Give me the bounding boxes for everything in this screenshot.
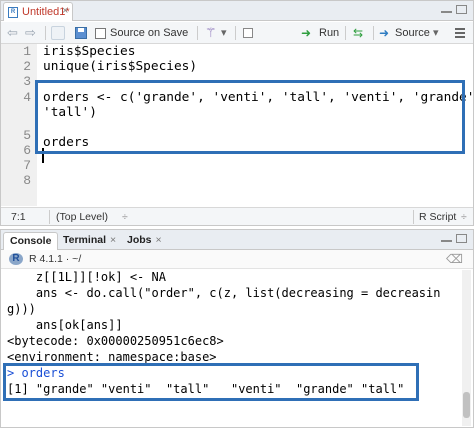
tab-label: Jobs xyxy=(127,234,152,246)
code-editor[interactable]: 1 2 3 4 5 6 7 8 iris$Species unique(iris… xyxy=(1,44,474,206)
line-number-gutter: 1 2 3 4 5 6 7 8 xyxy=(1,44,37,206)
tab-close-icon[interactable]: × xyxy=(62,5,68,17)
line-number: 8 xyxy=(23,173,31,188)
source-dropdown-icon[interactable]: ▾ xyxy=(433,25,439,41)
code-tools-dropdown-icon[interactable]: ▾ xyxy=(221,25,227,41)
highlight-box-editor xyxy=(35,80,465,154)
tab-label: Console xyxy=(10,235,52,247)
code-line-2: unique(iris$Species) xyxy=(43,59,198,74)
toolbar-divider xyxy=(235,26,236,40)
minimize-pane-icon[interactable] xyxy=(441,5,452,13)
toolbar-divider xyxy=(197,26,198,40)
r-file-icon: R xyxy=(8,7,18,18)
tab-jobs[interactable]: Jobs × xyxy=(121,232,168,250)
file-type-selector[interactable]: R Script xyxy=(419,211,456,223)
console-header: R R 4.1.1 · ~/ ⌫ xyxy=(1,250,473,269)
cursor-position: 7:1 xyxy=(11,211,26,223)
code-line-1: iris$Species xyxy=(43,44,136,59)
clear-console-broom-icon[interactable]: ⌫ xyxy=(446,252,463,266)
minimize-pane-icon[interactable] xyxy=(441,234,452,242)
source-arrow-icon[interactable]: ➜ xyxy=(379,25,389,41)
console-line: ans[ok[ans]] xyxy=(7,318,123,332)
rerun-icon[interactable]: ⇆ xyxy=(353,25,363,41)
line-number: 7 xyxy=(23,158,31,173)
file-type-dropdown-icon[interactable]: ÷ xyxy=(461,211,467,223)
line-number: 3 xyxy=(23,74,31,89)
pane-window-controls xyxy=(437,5,467,17)
console-pane: Console Terminal × Jobs × R R 4.1.1 · ~/ ⌫… xyxy=(0,229,474,428)
console-line: <environment: namespace:base> xyxy=(7,350,217,364)
maximize-pane-icon[interactable] xyxy=(456,234,467,243)
console-tab-bar: Console Terminal × Jobs × xyxy=(1,230,473,250)
back-arrow-icon[interactable]: ⇦ xyxy=(7,25,18,41)
r-logo-icon: R xyxy=(9,253,23,265)
editor-tab-bar: R Untitled1* × xyxy=(1,1,473,21)
status-divider xyxy=(413,210,414,224)
r-version-label: R 4.1.1 · ~/ xyxy=(29,253,82,265)
tab-close-icon[interactable]: × xyxy=(110,234,116,246)
run-button[interactable]: Run xyxy=(319,25,339,41)
highlight-box-console xyxy=(3,363,419,401)
editor-toolbar: ⇦ ⇨ Source on Save ⚚ ▾ ➜ Run ⇆ ➜ Source … xyxy=(1,22,473,44)
source-button[interactable]: Source xyxy=(395,25,430,41)
toolbar-divider xyxy=(373,26,374,40)
line-number: 4 xyxy=(23,90,31,105)
line-number: 6 xyxy=(23,143,31,158)
tab-close-icon[interactable]: × xyxy=(156,234,162,246)
console-line: ans <- do.call("order", c(z, list(decrea… xyxy=(7,286,441,300)
compile-report-icon[interactable] xyxy=(243,28,253,38)
run-arrow-icon[interactable]: ➜ xyxy=(301,25,311,41)
code-tools-wand-icon[interactable]: ⚚ xyxy=(205,25,217,41)
scope-selector[interactable]: (Top Level) xyxy=(56,211,108,223)
console-scrollbar[interactable] xyxy=(462,270,471,426)
forward-arrow-icon[interactable]: ⇨ xyxy=(25,25,36,41)
pane-window-controls xyxy=(437,234,467,246)
maximize-pane-icon[interactable] xyxy=(456,5,467,14)
console-output[interactable]: z[[1L]][!ok] <- NA ans <- do.call("order… xyxy=(1,270,461,428)
toolbar-divider xyxy=(45,26,46,40)
status-divider xyxy=(49,210,50,224)
show-in-window-icon[interactable] xyxy=(51,26,65,40)
console-line: g))) xyxy=(7,302,36,316)
console-line: <bytecode: 0x00000250951c6ec8> xyxy=(7,334,224,348)
scope-dropdown-icon[interactable]: ÷ xyxy=(122,211,128,223)
line-number: 5 xyxy=(23,128,31,143)
source-on-save-checkbox[interactable] xyxy=(95,28,106,39)
line-number: 2 xyxy=(23,59,31,74)
scrollbar-thumb[interactable] xyxy=(463,392,470,418)
line-number: 1 xyxy=(23,44,31,59)
save-icon[interactable] xyxy=(75,27,87,39)
toolbar-divider xyxy=(345,26,346,40)
tab-console[interactable]: Console xyxy=(3,232,59,250)
tab-untitled1[interactable]: R Untitled1* × xyxy=(3,2,73,21)
menu-icon[interactable] xyxy=(455,28,465,40)
source-on-save-label: Source on Save xyxy=(110,27,189,39)
tab-label: Terminal xyxy=(63,234,106,246)
console-line: z[[1L]][!ok] <- NA xyxy=(7,270,166,284)
source-editor-pane: R Untitled1* × ⇦ ⇨ Source on Save ⚚ ▾ ➜ … xyxy=(0,0,474,226)
tab-terminal[interactable]: Terminal × xyxy=(57,232,122,250)
editor-status-bar: 7:1 (Top Level) ÷ R Script ÷ xyxy=(1,207,473,225)
